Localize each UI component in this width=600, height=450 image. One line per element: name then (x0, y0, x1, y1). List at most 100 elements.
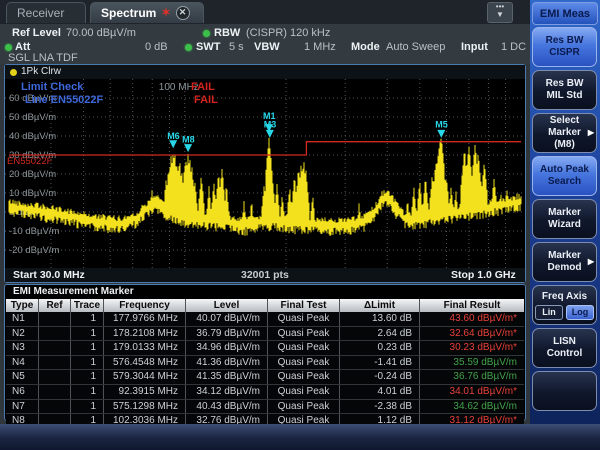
y-axis-label: 40 dBµV/m (9, 131, 56, 142)
cell-ref (39, 312, 71, 326)
table-row-N4[interactable]: N41576.4548 MHz41.36 dBµV/mQuasi Peak-1.… (6, 356, 524, 371)
cell-result: 30.23 dBµV/m* (420, 341, 524, 355)
ref-level-label: Ref Level (12, 27, 61, 39)
rbw-led-icon (203, 30, 210, 37)
softkey-label: LISN (553, 336, 576, 348)
cell-type: N3 (6, 341, 39, 355)
cell-trace: 1 (71, 400, 104, 414)
trace-color-dot-icon (10, 69, 17, 76)
cell-test: Quasi Peak (268, 385, 340, 399)
column-header-test: Final Test (268, 299, 340, 312)
cell-ref (39, 400, 71, 414)
softkey-freq-axis[interactable]: Freq Axis LinLog (532, 285, 597, 325)
table-row-N6[interactable]: N6 192.3915 MHz34.12 dBµV/mQuasi Peak4.01… (6, 385, 524, 400)
cell-freq: 178.2108 MHz (104, 327, 186, 341)
submenu-arrow-icon: ▶ (588, 256, 594, 268)
cell-dlimit: 4.01 dB (340, 385, 420, 399)
swt-label: SWT (196, 41, 220, 53)
more-menu-button[interactable]: ••• ▼ (487, 2, 513, 23)
cell-test: Quasi Peak (268, 341, 340, 355)
marker-M3[interactable]: M3 (264, 120, 277, 138)
start-frequency: Start 30.0 MHz (13, 269, 85, 281)
spectrum-trace (9, 138, 521, 236)
y-axis-label: 10 dBµV/m (9, 188, 56, 199)
marker-label: M8 (182, 135, 195, 145)
sweep-points: 32001 pts (241, 269, 289, 281)
marker-triangle-icon (437, 130, 445, 138)
column-header-dlimit: ΔLimit (340, 299, 420, 312)
trace-mode-label: 1Pk Clrw (21, 66, 61, 77)
tab-spectrum-label: Spectrum (101, 6, 156, 20)
softkey-res-bw-mil-std[interactable]: Res BWMIL Std (532, 70, 597, 110)
column-header-level: Level (186, 299, 268, 312)
submenu-arrow-icon: ▶ (588, 127, 594, 139)
y-axis-label: -10 dBµV/m (9, 226, 59, 237)
table-row-N1[interactable]: N11177.9766 MHz40.07 dBµV/mQuasi Peak13.… (6, 312, 524, 327)
input-label: Input (461, 41, 488, 53)
trace-info-row: 1Pk Clrw (5, 65, 525, 79)
softkey-lisn-control[interactable]: LISNControl (532, 328, 597, 368)
table-row-N7[interactable]: N71575.1298 MHz40.43 dBµV/mQuasi Peak-2.… (6, 400, 524, 415)
table-body: N11177.9766 MHz40.07 dBµV/mQuasi Peak13.… (6, 312, 524, 429)
y-axis-label: 50 dBµV/m (9, 112, 56, 123)
limit-line (9, 142, 521, 155)
cell-freq: 576.4548 MHz (104, 356, 186, 370)
softkey-empty-slot[interactable] (532, 371, 597, 411)
table-title: EMI Measurement Marker (13, 286, 134, 297)
cell-level: 41.36 dBµV/m (186, 356, 268, 370)
marker-triangle-icon (266, 130, 274, 138)
table-row-N2[interactable]: N21178.2108 MHz36.79 dBµV/mQuasi Peak2.6… (6, 327, 524, 342)
cell-ref (39, 370, 71, 384)
softkey-select-marker[interactable]: SelectMarker(M8)▶ (532, 113, 597, 153)
cell-freq: 575.1298 MHz (104, 400, 186, 414)
marker-M8[interactable]: M8 (182, 135, 195, 153)
cell-result: 36.76 dBµV/m (420, 370, 524, 384)
softkey-label: Marker (548, 250, 581, 262)
tab-spectrum[interactable]: Spectrum ✶ ✕ (90, 2, 204, 23)
chart-footer: Start 30.0 MHz 32001 pts Stop 1.0 GHz (5, 268, 525, 282)
softkey-auto-peak-search[interactable]: Auto PeakSearch (532, 156, 597, 196)
cell-freq: 179.0133 MHz (104, 341, 186, 355)
cell-level: 34.12 dBµV/m (186, 385, 268, 399)
status-bar: Ready 31.10.2012 14:39:53 www.cntronic.c… (0, 424, 600, 450)
y-axis-label: 20 dBµV/m (9, 169, 56, 180)
cell-result: 43.60 dBµV/m* (420, 312, 524, 326)
input-value: 1 DC (501, 41, 526, 53)
cell-dlimit: 2.64 dB (340, 327, 420, 341)
marker-M6[interactable]: M6 (167, 131, 180, 148)
softkey-res-bw-cispr[interactable]: Res BWCISPR (532, 27, 597, 67)
y-axis-label: -20 dBµV/m (9, 245, 59, 256)
softkey-marker-wizard[interactable]: MarkerWizard (532, 199, 597, 239)
cell-dlimit: 0.23 dB (340, 341, 420, 355)
toggle-group: LinLog (535, 305, 594, 320)
tab-receiver[interactable]: Receiver (6, 2, 86, 23)
cell-level: 36.79 dBµV/m (186, 327, 268, 341)
toggle-log[interactable]: Log (566, 305, 594, 320)
rbw-label: RBW (214, 27, 240, 39)
cell-test: Quasi Peak (268, 400, 340, 414)
cell-result: 34.62 dBµV/m (420, 400, 524, 414)
toggle-lin[interactable]: Lin (535, 305, 563, 320)
table-row-N5[interactable]: N51579.3044 MHz41.35 dBµV/mQuasi Peak-0.… (6, 370, 524, 385)
close-tab-icon[interactable]: ✕ (176, 6, 190, 20)
spectrum-plot[interactable]: 60 dBµV/m50 dBµV/m40 dBµV/m30 dBµV/m20 d… (5, 79, 525, 269)
softkey-marker-demod[interactable]: MarkerDemod ▶ (532, 242, 597, 282)
column-header-type: Type (6, 299, 39, 312)
tab-bar: Receiver Spectrum ✶ ✕ ••• ▼ (0, 0, 530, 25)
softkey-label: Search (548, 176, 581, 188)
enhancement-labels: SGL LNA TDF (8, 52, 78, 64)
cell-trace: 1 (71, 385, 104, 399)
cell-trace: 1 (71, 312, 104, 326)
cell-dlimit: -0.24 dB (340, 370, 420, 384)
marker-triangle-icon (184, 144, 192, 152)
cell-freq: 92.3915 MHz (104, 385, 186, 399)
softkey-label: Res BW (546, 35, 584, 47)
cell-trace: 1 (71, 341, 104, 355)
softkey-label: Freq Axis (542, 291, 587, 303)
softkey-label: Demod (548, 262, 582, 274)
cell-ref (39, 327, 71, 341)
cell-type: N6 (6, 385, 39, 399)
table-row-N3[interactable]: N31179.0133 MHz34.96 dBµV/mQuasi Peak0.2… (6, 341, 524, 356)
softkey-label: Select (550, 115, 579, 127)
softkey-sidebar: EMI Meas Res BWCISPRRes BWMIL StdSelectM… (530, 0, 600, 450)
